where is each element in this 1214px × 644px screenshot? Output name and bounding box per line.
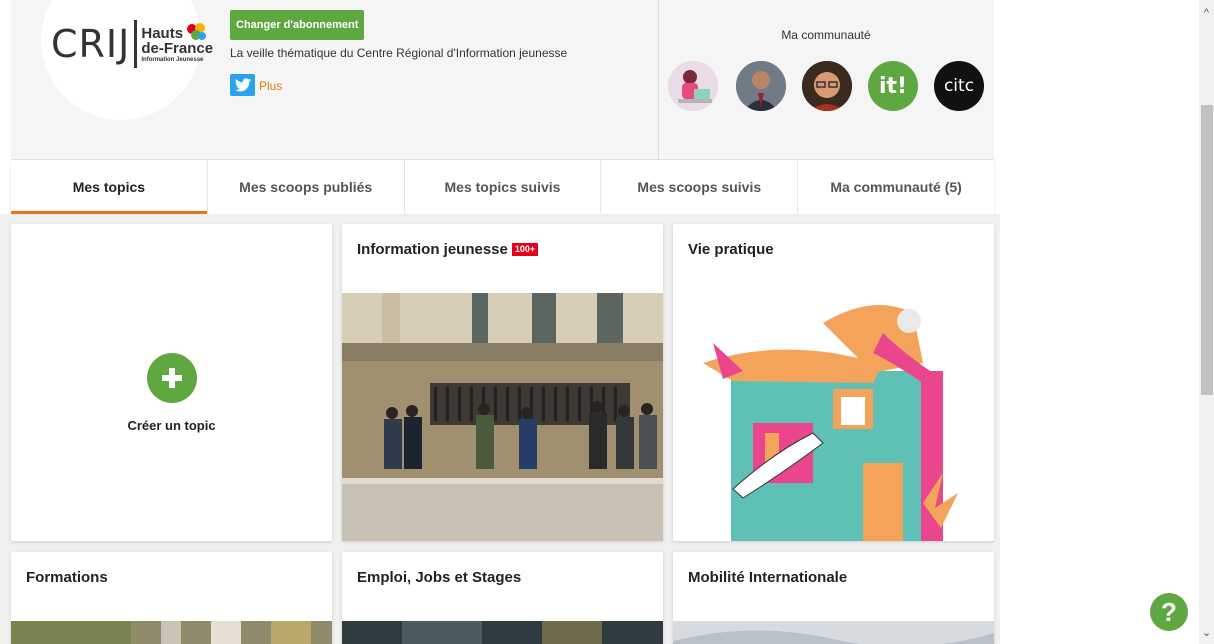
- topic-title-wrap: Formations: [26, 569, 108, 586]
- avatar-it-logo[interactable]: it!: [868, 61, 918, 111]
- create-topic-label: Créer un topic: [127, 417, 216, 433]
- avatar-man-suit-image: [736, 61, 786, 111]
- avatar-man-glasses[interactable]: [802, 61, 852, 111]
- community-title: Ma communauté: [781, 28, 871, 42]
- tab-mes-scoops-publies[interactable]: Mes scoops publiés: [208, 160, 405, 214]
- avatar-it-text: it!: [878, 73, 908, 99]
- topic-title[interactable]: Mobilité Internationale: [688, 569, 847, 586]
- avatar-citc-text: citc: [943, 76, 975, 96]
- topic-title-wrap: Emploi, Jobs et Stages: [357, 569, 521, 586]
- topic-image-formations: [11, 621, 332, 644]
- topic-card-vie-pratique[interactable]: Vie pratique: [673, 224, 994, 541]
- help-button[interactable]: ?: [1150, 593, 1188, 631]
- logo-line3: Information Jeunesse: [141, 56, 204, 63]
- avatar-man-glasses-image: [802, 61, 852, 111]
- tab-mes-topics[interactable]: Mes topics: [11, 160, 208, 214]
- avatar-man-suit[interactable]: [736, 61, 786, 111]
- topic-title-wrap: Mobilité Internationale: [688, 569, 847, 586]
- topic-title-wrap: Information jeunesse 100+: [357, 241, 539, 258]
- topic-title[interactable]: Formations: [26, 569, 108, 586]
- avatar-illustration-image: [668, 61, 718, 111]
- create-topic[interactable]: Créer un topic: [11, 224, 332, 541]
- page: CRIJ Hauts de-France Information Jeuness…: [0, 0, 1214, 644]
- logo-line2: de-France: [141, 39, 214, 57]
- topic-image-house-illustration: [673, 293, 994, 541]
- tagline: La veille thématique du Centre Régional …: [230, 46, 568, 60]
- twitter-icon[interactable]: [230, 74, 255, 96]
- create-topic-card[interactable]: Créer un topic: [11, 224, 332, 541]
- topic-title-wrap: Vie pratique: [688, 241, 774, 258]
- avatar-citc-logo[interactable]: citc: [934, 61, 984, 111]
- change-subscription-button[interactable]: Changer d'abonnement: [230, 10, 365, 40]
- topic-image-street-queue: [342, 293, 663, 541]
- topic-card-mobilite[interactable]: Mobilité Internationale: [673, 552, 994, 644]
- tab-ma-communaute[interactable]: Ma communauté (5): [798, 160, 994, 214]
- plus-icon: [161, 367, 182, 388]
- topic-title[interactable]: Information jeunesse: [357, 241, 508, 258]
- topic-title[interactable]: Emploi, Jobs et Stages: [357, 569, 521, 586]
- topic-card-information-jeunesse[interactable]: Information jeunesse 100+: [342, 224, 663, 541]
- topic-card-emploi[interactable]: Emploi, Jobs et Stages: [342, 552, 663, 644]
- topic-image-emploi: [342, 621, 663, 644]
- avatar-illustration[interactable]: [668, 61, 718, 111]
- logo-crij-text: CRIJ: [51, 22, 131, 66]
- logo-bar: [134, 20, 138, 68]
- scrollbar-thumb[interactable]: [1201, 105, 1213, 395]
- more-link[interactable]: Plus: [259, 79, 282, 93]
- tab-bar: Mes topics Mes scoops publiés Mes topics…: [11, 160, 994, 214]
- logo-flower-icon: [187, 23, 206, 40]
- community-divider: [658, 0, 659, 160]
- scroll-down-arrow-icon[interactable]: ⌄: [1199, 626, 1214, 640]
- topic-image-mobilite: [673, 621, 994, 644]
- topic-card-formations[interactable]: Formations: [11, 552, 332, 644]
- topic-title[interactable]: Vie pratique: [688, 241, 774, 258]
- scroll-up-arrow-icon[interactable]: ^: [1199, 6, 1214, 20]
- add-icon: [146, 352, 197, 403]
- scoop-count-badge: 100+: [511, 243, 539, 256]
- tab-mes-scoops-suivis[interactable]: Mes scoops suivis: [601, 160, 799, 214]
- twitter-bird-icon: [234, 78, 251, 92]
- tab-mes-topics-suivis[interactable]: Mes topics suivis: [405, 160, 602, 214]
